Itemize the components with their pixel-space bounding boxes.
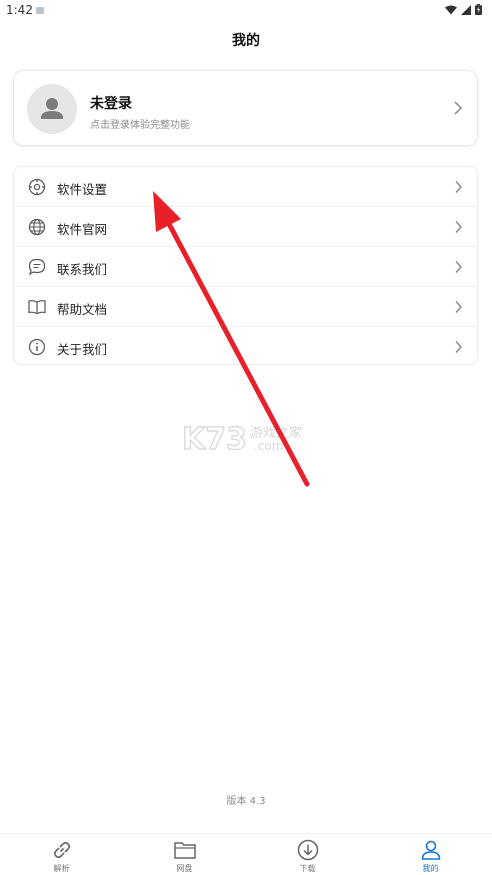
chevron-right-icon [455, 221, 462, 233]
menu-item-label: 软件设置 [57, 182, 108, 197]
login-status: 未登录 [90, 96, 132, 112]
profile-card[interactable]: 未登录 点击登录体验完整功能 [13, 70, 478, 146]
settings-icon [28, 178, 46, 196]
notification-icon [36, 7, 44, 14]
menu-item-label: 关于我们 [57, 342, 108, 357]
page-title: 我的 [232, 33, 260, 49]
link-icon [53, 841, 70, 859]
menu-item-label: 帮助文档 [57, 302, 108, 317]
k73-watermark-logo: K73 游戏之家 .com [182, 421, 302, 457]
chevron-right-icon [454, 101, 463, 115]
menu-item-about-us[interactable]: 关于我们 [14, 327, 477, 367]
version-label: 版本 4.3 [226, 796, 266, 807]
avatar[interactable] [27, 84, 77, 134]
chevron-right-icon [455, 341, 462, 353]
globe-icon [28, 218, 46, 236]
status-bar: 1:42 [0, 0, 492, 22]
menu-item-label: 联系我们 [57, 262, 108, 277]
menu-item-label: 软件官网 [57, 222, 108, 237]
battery-icon [475, 4, 482, 15]
watermark-line2: .com [254, 439, 283, 453]
menu-item-help-docs[interactable]: 帮助文档 [14, 287, 477, 327]
nav-tab-cloud-drive[interactable]: 网盘 [123, 834, 246, 875]
book-icon [28, 300, 46, 315]
nav-tab-download[interactable]: 下载 [246, 834, 369, 875]
nav-tab-label: 我的 [422, 864, 439, 873]
screen: 1:42 我的 未登录 点击登录体验完整功能 软件设置 软件官网 联系我们 帮助… [0, 0, 492, 875]
status-time: 1:42 [6, 3, 33, 17]
chevron-right-icon [455, 301, 462, 313]
menu-item-contact-us[interactable]: 联系我们 [14, 247, 477, 287]
nav-tab-label: 网盘 [176, 864, 193, 873]
nav-tab-label: 下载 [299, 864, 316, 873]
user-icon [421, 840, 440, 860]
menu-item-software-settings[interactable]: 软件设置 [14, 167, 477, 207]
nav-tab-mine[interactable]: 我的 [369, 834, 492, 875]
settings-menu: 软件设置 软件官网 联系我们 帮助文档 关于我们 [13, 166, 478, 365]
signal-icon [461, 4, 471, 15]
wifi-icon [445, 5, 457, 14]
menu-item-official-website[interactable]: 软件官网 [14, 207, 477, 247]
nav-tab-label: 解析 [53, 864, 70, 873]
login-hint: 点击登录体验完整功能 [90, 120, 190, 131]
folder-icon [173, 842, 196, 859]
chevron-right-icon [455, 181, 462, 193]
status-icons [445, 4, 482, 15]
info-icon [28, 338, 46, 356]
watermark-main: K73 [182, 422, 247, 457]
bottom-nav: 解析 网盘 下载 我的 [0, 833, 492, 875]
nav-tab-parse[interactable]: 解析 [0, 834, 123, 875]
chat-icon [28, 258, 46, 276]
download-icon [297, 839, 318, 861]
person-icon [41, 98, 63, 119]
chevron-right-icon [455, 261, 462, 273]
